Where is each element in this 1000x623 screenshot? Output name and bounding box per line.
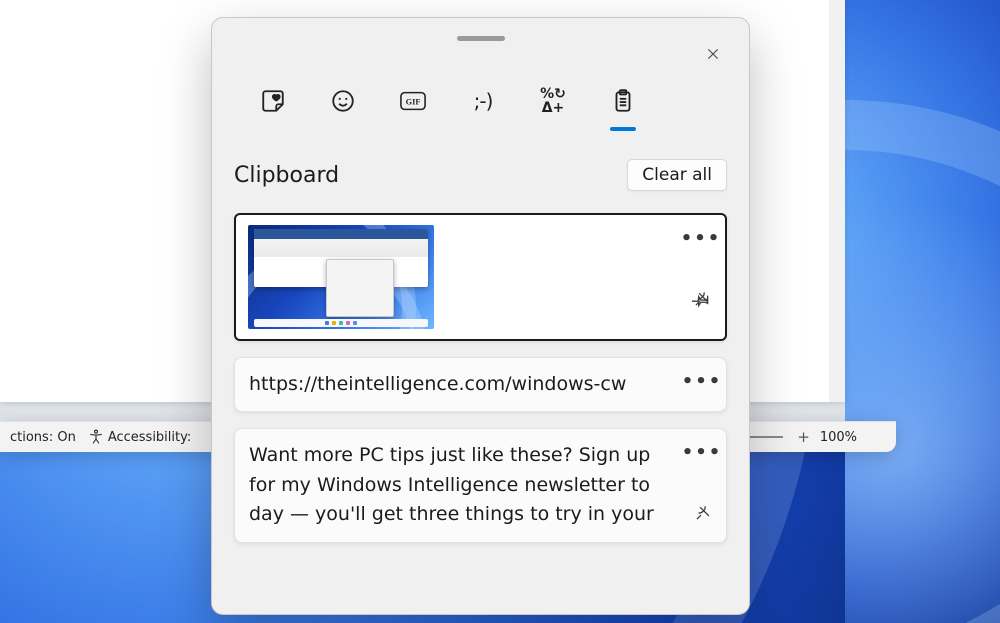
item-more-button[interactable]: ••• bbox=[688, 439, 716, 467]
tab-gif[interactable]: GIF bbox=[396, 79, 430, 123]
vertical-scrollbar[interactable] bbox=[829, 0, 845, 402]
clipboard-item[interactable]: Want more PC tips just like these? Sign … bbox=[234, 428, 727, 542]
accessibility-icon bbox=[88, 429, 104, 445]
item-pin-button[interactable] bbox=[688, 499, 716, 527]
tab-symbols[interactable]: %↻ Δ+ bbox=[536, 79, 570, 123]
pin-icon bbox=[693, 504, 712, 523]
clipboard-item[interactable]: https://theintelligence.com/windows-cw •… bbox=[234, 357, 727, 412]
sticker-heart-icon bbox=[260, 88, 286, 114]
ellipsis-icon: ••• bbox=[682, 448, 723, 458]
zoom-value[interactable]: 100% bbox=[818, 430, 863, 445]
symbols-icon: %↻ Δ+ bbox=[540, 87, 566, 115]
panel-tab-bar: GIF ;-) %↻ Δ+ bbox=[256, 79, 749, 123]
ellipsis-icon: ••• bbox=[681, 234, 722, 244]
tab-clipboard[interactable] bbox=[606, 79, 640, 123]
desktop-wallpaper-right bbox=[845, 0, 1000, 623]
accessibility-label: Accessibility: bbox=[108, 430, 191, 445]
clear-all-button[interactable]: Clear all bbox=[627, 159, 727, 191]
input-panel: GIF ;-) %↻ Δ+ Clipboard Clear all bbox=[211, 17, 750, 615]
tab-recent[interactable] bbox=[256, 79, 290, 123]
clipboard-icon bbox=[610, 88, 636, 114]
section-title: Clipboard bbox=[234, 163, 339, 188]
clipboard-item[interactable]: ••• bbox=[234, 213, 727, 341]
gif-icon: GIF bbox=[400, 88, 426, 114]
kaomoji-icon: ;-) bbox=[474, 89, 493, 113]
pin-icon bbox=[692, 290, 711, 309]
item-more-button[interactable]: ••• bbox=[687, 225, 715, 253]
tab-emoji[interactable] bbox=[326, 79, 360, 123]
tab-kaomoji[interactable]: ;-) bbox=[466, 79, 500, 123]
ellipsis-icon: ••• bbox=[682, 377, 723, 387]
panel-drag-handle[interactable] bbox=[457, 36, 505, 41]
zoom-in-button[interactable]: + bbox=[789, 428, 818, 446]
smiley-icon bbox=[330, 88, 356, 114]
clipboard-image-thumbnail bbox=[248, 225, 434, 329]
text-predictions-status[interactable]: ctions: On bbox=[4, 422, 82, 452]
clipboard-text: Want more PC tips just like these? Sign … bbox=[247, 439, 714, 531]
close-button[interactable] bbox=[699, 40, 727, 68]
close-icon bbox=[705, 46, 721, 62]
item-more-button[interactable]: ••• bbox=[688, 368, 716, 396]
svg-text:GIF: GIF bbox=[406, 98, 421, 107]
text-predictions-label: ctions: On bbox=[10, 430, 76, 445]
clipboard-item-list: ••• https://theintelligence.com/windows-… bbox=[228, 203, 733, 614]
accessibility-status[interactable]: Accessibility: bbox=[82, 422, 197, 452]
item-pin-button[interactable] bbox=[687, 285, 715, 313]
clipboard-text: https://theintelligence.com/windows-cw bbox=[247, 368, 714, 401]
